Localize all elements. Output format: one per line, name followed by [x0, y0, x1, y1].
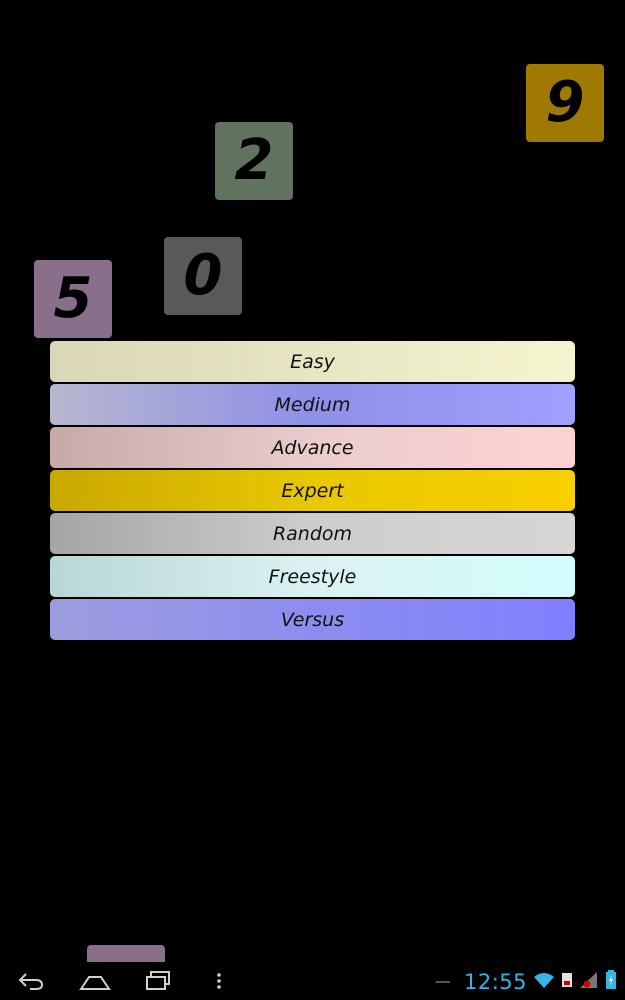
- recent-apps-icon[interactable]: [142, 968, 174, 994]
- random-button[interactable]: Random: [50, 513, 575, 554]
- wifi-icon: [533, 971, 555, 993]
- home-icon[interactable]: [78, 968, 112, 994]
- difficulty-menu: Easy Medium Advance Expert Random Freest…: [50, 341, 575, 642]
- back-icon[interactable]: [14, 968, 48, 994]
- advance-button[interactable]: Advance: [50, 427, 575, 468]
- clock-time: 12:55: [463, 970, 527, 994]
- separator: [435, 981, 450, 983]
- easy-button[interactable]: Easy: [50, 341, 575, 382]
- overflow-menu-icon[interactable]: [210, 968, 228, 994]
- versus-button[interactable]: Versus: [50, 599, 575, 640]
- medium-button[interactable]: Medium: [50, 384, 575, 425]
- battery-icon: [605, 970, 617, 994]
- number-tile-5[interactable]: 5: [34, 260, 112, 338]
- signal-icon: [579, 971, 599, 993]
- expert-button[interactable]: Expert: [50, 470, 575, 511]
- number-tile-2[interactable]: 2: [215, 122, 293, 200]
- notification-icon: [561, 971, 573, 993]
- number-tile-9[interactable]: 9: [526, 64, 604, 142]
- freestyle-button[interactable]: Freestyle: [50, 556, 575, 597]
- status-area: 12:55: [435, 968, 617, 996]
- number-tile-0[interactable]: 0: [164, 237, 242, 315]
